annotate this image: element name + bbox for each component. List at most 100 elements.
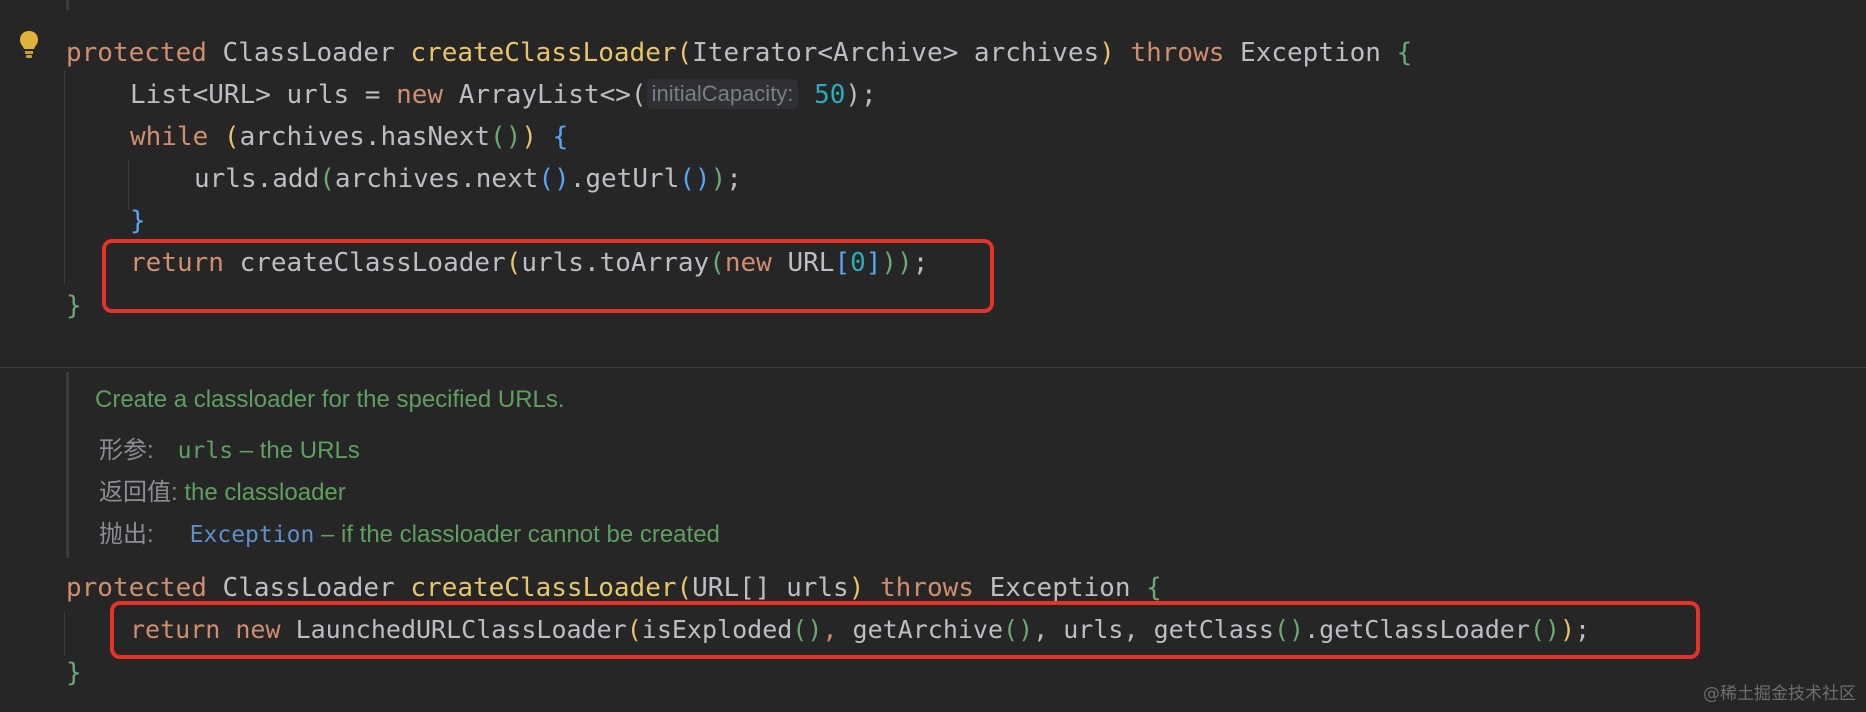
doc-throws-label: 抛出:: [99, 521, 154, 548]
code-line-list-decl[interactable]: List<URL> urls = new ArrayList<>(initial…: [130, 77, 877, 113]
brace: }: [130, 206, 146, 236]
brace: }: [66, 291, 82, 321]
watermark: @稀土掘金技术社区: [1703, 684, 1856, 704]
declaration: List<URL> urls =: [130, 80, 397, 110]
type-name: ClassLoader: [222, 573, 395, 603]
bracket: ]: [865, 248, 882, 278]
brace: }: [66, 658, 82, 688]
rendered-javadoc: Create a classloader for the specified U…: [66, 372, 1569, 558]
doc-returns-desc: the classloader: [184, 479, 346, 506]
call: archives.next: [334, 164, 539, 194]
keyword: new: [396, 80, 444, 110]
number-literal: 50: [814, 80, 846, 110]
keyword: while: [130, 122, 209, 152]
keyword: protected: [66, 573, 207, 603]
call: .getClassLoader: [1304, 615, 1530, 644]
call: .getUrl: [569, 164, 680, 194]
constructor: LaunchedURLClassLoader: [280, 615, 627, 644]
paren: (): [1003, 615, 1034, 644]
doc-returns-row: 返回值: the classloader: [99, 472, 346, 507]
paren: (: [676, 573, 693, 603]
keyword: new: [724, 248, 772, 278]
paren: (): [679, 164, 711, 194]
call: isExploded: [641, 615, 793, 644]
separator: , urls,: [1033, 615, 1154, 644]
doc-throws-row: 抛出: Exception – if the classloader cannot…: [99, 514, 720, 549]
paren: (): [490, 122, 522, 152]
exception-type: Exception: [1240, 38, 1381, 68]
method-name: createClassLoader: [410, 573, 677, 603]
paren: (): [1273, 615, 1305, 644]
paren: (: [676, 38, 693, 68]
indent-guide: [128, 160, 129, 210]
paren: ): [1559, 615, 1576, 644]
call: getClass: [1153, 615, 1274, 644]
doc-params-label: 形参:: [99, 437, 154, 464]
doc-params-row: 形参: urls – the URLs: [99, 430, 360, 465]
brace: {: [1146, 573, 1162, 603]
paren: (): [792, 615, 823, 644]
method-separator: [0, 367, 1866, 368]
indent-guide: [64, 70, 65, 284]
code-line-method2-close[interactable]: }: [66, 655, 82, 691]
keyword: throws: [880, 573, 974, 603]
paren: ): [848, 573, 865, 603]
paren: (: [208, 122, 240, 152]
indent-guide: [64, 612, 65, 656]
brace: {: [1396, 38, 1413, 68]
doc-throws-desc: – if the classloader cannot be created: [314, 521, 720, 548]
type-name: ClassLoader: [222, 38, 395, 68]
condition: archives.hasNext: [239, 122, 491, 152]
constructor: ArrayList<>(: [443, 80, 647, 110]
keyword: throws: [1130, 38, 1225, 68]
paren: ): [710, 164, 727, 194]
call: urls.add: [194, 164, 320, 194]
code-line-urls-add[interactable]: urls.add(archives.next().getUrl());: [194, 161, 742, 197]
code-editor[interactable]: protected ClassLoader createClassLoader(…: [0, 0, 1866, 712]
paren: (: [319, 164, 335, 194]
separator: ,: [822, 615, 853, 644]
keyword: return: [130, 248, 224, 278]
call: getArchive: [852, 615, 1004, 644]
code-line-while-close[interactable]: }: [130, 203, 146, 239]
doc-param-desc: – the URLs: [233, 437, 360, 464]
code-line-return-create[interactable]: return createClassLoader(urls.toArray(ne…: [130, 245, 928, 281]
doc-returns-label: 返回值:: [99, 479, 178, 506]
type-name: URL: [771, 248, 835, 278]
keyword: protected: [66, 38, 207, 68]
param-name: archives: [973, 38, 1100, 68]
exception-type: Exception: [989, 573, 1131, 603]
paren: (): [1529, 615, 1560, 644]
paren: (): [538, 164, 570, 194]
number-literal: 0: [850, 248, 866, 278]
paren: ): [521, 122, 538, 152]
code-line-return-launched[interactable]: return new LaunchedURLClassLoader(isExpl…: [130, 612, 1590, 648]
param-type: Iterator<Archive>: [692, 38, 959, 68]
lightbulb-icon[interactable]: [18, 30, 40, 60]
paren: (: [626, 615, 642, 644]
keyword: return: [130, 615, 221, 644]
bracket: [: [834, 248, 851, 278]
paren: (: [505, 248, 522, 278]
brace: {: [537, 122, 569, 152]
paren: ): [1099, 38, 1115, 68]
statement-end: );: [845, 80, 877, 110]
method-name: createClassLoader: [410, 38, 677, 68]
parameter-hint: initialCapacity:: [646, 79, 799, 109]
code-line-while[interactable]: while (archives.hasNext()) {: [130, 119, 568, 155]
paren: )): [881, 248, 913, 278]
paren: (: [709, 248, 725, 278]
param: URL[] urls: [692, 573, 849, 603]
doc-param-name: urls: [177, 438, 234, 464]
doc-comment-fragment: [66, 0, 269, 10]
semicolon: ;: [912, 248, 929, 278]
code-line-method1-signature[interactable]: protected ClassLoader createClassLoader(…: [66, 35, 1412, 71]
doc-summary: Create a classloader for the specified U…: [95, 386, 565, 413]
keyword: new: [235, 615, 281, 644]
call: urls.toArray: [521, 248, 710, 278]
doc-throws-link[interactable]: Exception: [190, 522, 315, 548]
call: createClassLoader: [223, 248, 506, 278]
semicolon: ;: [726, 164, 742, 194]
code-line-method1-close[interactable]: }: [66, 288, 82, 324]
semicolon: ;: [1575, 615, 1591, 644]
